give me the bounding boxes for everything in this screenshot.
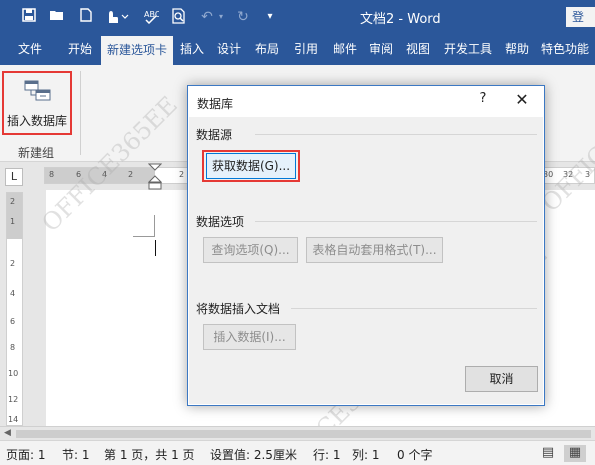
status-page[interactable]: 页面: 1	[6, 446, 46, 463]
tab-design[interactable]: 设计	[213, 33, 245, 65]
ruler-label: 2	[10, 197, 16, 206]
get-data-button[interactable]: 获取数据(G)...	[206, 153, 296, 179]
scrollbar-thumb[interactable]	[16, 430, 591, 438]
database-icon	[24, 79, 52, 106]
tab-view[interactable]: 视图	[401, 33, 435, 65]
status-section[interactable]: 节: 1	[62, 446, 90, 463]
insert-database-label: 插入数据库	[6, 114, 67, 128]
section-divider	[291, 308, 537, 309]
horizontal-scrollbar[interactable]: ◀	[0, 426, 595, 440]
spelling-icon[interactable]: ABC	[142, 8, 161, 26]
redo-icon[interactable]: ↻	[234, 8, 252, 26]
open-icon[interactable]	[48, 8, 66, 26]
tab-special-features[interactable]: 特色功能	[537, 33, 593, 65]
signin-button[interactable]: 登	[566, 7, 595, 27]
status-column[interactable]: 列: 1	[352, 446, 380, 463]
cancel-button[interactable]: 取消	[465, 366, 538, 392]
ruler-label: 8	[49, 170, 55, 179]
ruler-label: 12	[8, 395, 19, 404]
save-icon[interactable]	[20, 8, 38, 26]
undo-icon[interactable]: ↶	[198, 8, 216, 26]
touch-mode-icon[interactable]	[104, 8, 130, 26]
insert-data-button[interactable]: 插入数据(I)...	[203, 324, 296, 350]
svg-text:ABC: ABC	[144, 10, 159, 19]
tab-selector[interactable]: L	[5, 168, 23, 186]
ribbon-tabs: 文件 开始 新建选项卡 插入 设计 布局 引用 邮件 审阅 视图 开发工具 帮助…	[0, 33, 595, 65]
customize-icon[interactable]: ▾	[264, 8, 276, 26]
undo-dropdown-icon[interactable]: ▾	[216, 8, 226, 26]
table-autoformat-button[interactable]: 表格自动套用格式(T)...	[306, 237, 443, 263]
status-word-count[interactable]: 0 个字	[397, 446, 432, 463]
ruler-label: 1	[10, 217, 16, 226]
group-label: 新建组	[18, 146, 55, 160]
tab-insert[interactable]: 插入	[176, 33, 208, 65]
status-row[interactable]: 行: 1	[313, 446, 341, 463]
ruler-label: 8	[10, 343, 16, 352]
status-page-of[interactable]: 第 1 页，共 1 页	[104, 446, 195, 463]
group-separator	[80, 71, 81, 155]
data-source-label: 数据源	[196, 128, 233, 142]
print-preview-icon[interactable]	[170, 8, 188, 26]
ruler-label: 14	[8, 415, 19, 424]
dialog-body: 数据源 获取数据(G)... 数据选项 查询选项(Q)... 表格自动套用格式(…	[189, 117, 543, 404]
tab-review[interactable]: 审阅	[366, 33, 396, 65]
insert-data-label: 将数据插入文档	[196, 302, 281, 316]
tab-new-tab[interactable]: 新建选项卡	[101, 36, 173, 65]
tab-references[interactable]: 引用	[289, 33, 323, 65]
tab-mailings[interactable]: 邮件	[328, 33, 362, 65]
ruler-label: 2	[179, 170, 185, 179]
tab-layout[interactable]: 布局	[250, 33, 284, 65]
read-mode-icon[interactable]: ▤	[537, 445, 559, 462]
tab-developer[interactable]: 开发工具	[440, 33, 496, 65]
ruler-label: 6	[10, 317, 16, 326]
status-bar: 页面: 1 节: 1 第 1 页，共 1 页 设置值: 2.5厘米 行: 1 列…	[0, 440, 595, 465]
dialog-title: 数据库	[197, 97, 234, 111]
help-button[interactable]: ?	[473, 91, 493, 111]
status-setting[interactable]: 设置值: 2.5厘米	[210, 446, 297, 463]
tab-file[interactable]: 文件	[8, 33, 52, 65]
insert-database-button[interactable]: 插入数据库	[2, 71, 72, 135]
new-icon[interactable]	[78, 8, 94, 26]
crop-mark	[133, 236, 155, 237]
text-cursor	[155, 240, 156, 256]
print-layout-icon[interactable]: ▦	[564, 445, 586, 462]
ruler-label: 10	[8, 369, 19, 378]
scroll-left-icon[interactable]: ◀	[4, 428, 11, 438]
data-options-label: 数据选项	[196, 215, 245, 229]
tab-help[interactable]: 帮助	[500, 33, 534, 65]
crop-mark	[154, 215, 155, 237]
tab-home[interactable]: 开始	[60, 33, 100, 65]
section-divider	[255, 221, 537, 222]
section-divider	[255, 134, 537, 135]
window-title: 文档2 - Word	[360, 12, 441, 27]
ruler-label: 4	[10, 289, 16, 298]
query-options-button[interactable]: 查询选项(Q)...	[203, 237, 298, 263]
ruler-label: 2	[128, 170, 134, 179]
title-bar: ABC ↶ ▾ ↻ ▾ 文档2 - Word 登	[0, 0, 595, 33]
vertical-ruler[interactable]: 2 1 2 4 6 8 10 12 14	[6, 192, 23, 426]
close-button[interactable]: ✕	[511, 90, 533, 112]
database-dialog: 数据库 ? ✕ 数据源 获取数据(G)... 数据选项 查询选项(Q)... 表…	[187, 85, 545, 406]
ruler-label: 2	[10, 259, 16, 268]
